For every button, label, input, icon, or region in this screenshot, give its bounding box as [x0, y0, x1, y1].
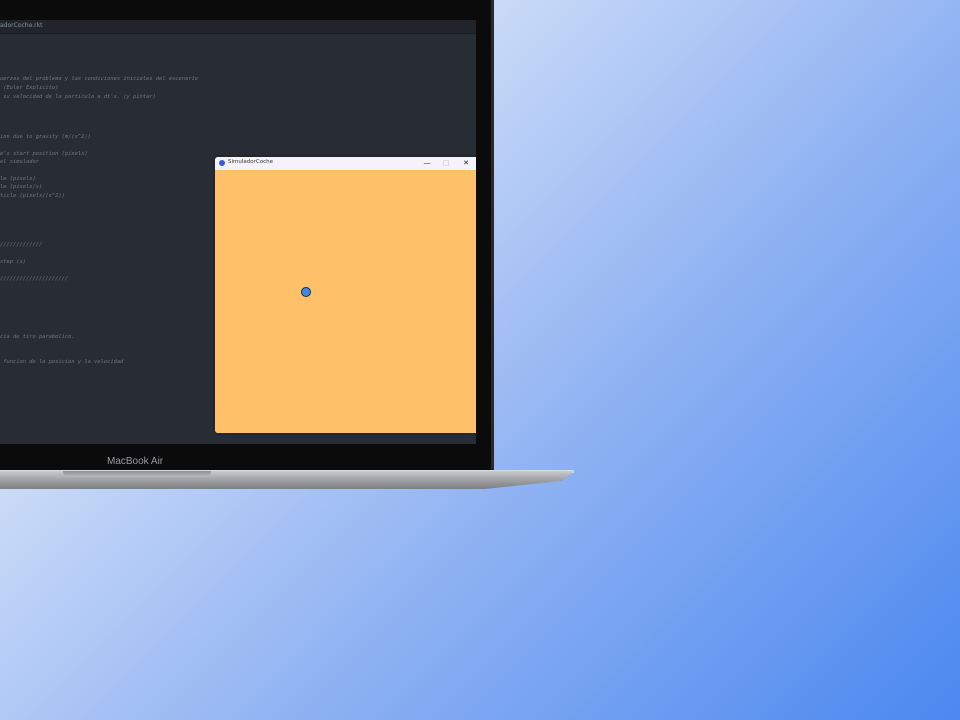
laptop-screen: adorCoche.rkt uerzas del problema y las … — [0, 20, 476, 444]
code-line: step (s) — [0, 259, 26, 265]
code-line: cia de tiro parabolico. — [0, 334, 75, 340]
editor-titlebar: adorCoche.rkt — [0, 20, 476, 34]
code-line: e's start position (pixels) — [0, 151, 88, 157]
code-line: ticle (pixels/(s^2)) — [0, 193, 65, 199]
code-line: su velocidad de la particula a dt's. (y … — [0, 94, 156, 100]
laptop-hinge-notch — [63, 471, 211, 477]
particle — [301, 287, 311, 297]
code-line: ///////////////////// — [0, 276, 69, 282]
model-label: MacBook Air — [107, 456, 164, 467]
code-line: ///////////// — [0, 242, 43, 248]
app-icon — [219, 160, 225, 166]
simulator-titlebar[interactable]: SimuladorCoche — □ ✕ — [215, 157, 476, 171]
code-line: ion due to gravity (m/(s^2)) — [0, 134, 91, 140]
code-line: uerzas del problema y las condiciones in… — [0, 76, 198, 82]
code-line: le (pixels) — [0, 176, 36, 182]
code-line: (Euler Explicito) — [0, 85, 59, 91]
minimize-button[interactable]: — — [418, 157, 436, 170]
code-line: le (pixels/s) — [0, 184, 43, 190]
maximize-button[interactable]: □ — [437, 157, 455, 170]
code-line: funcion de la posicion y la velocidad — [0, 359, 124, 365]
simulation-canvas[interactable] — [215, 170, 476, 433]
close-button[interactable]: ✕ — [457, 157, 475, 170]
editor-title: adorCoche.rkt — [0, 22, 43, 29]
code-line: el simulador — [0, 159, 39, 165]
simulator-window[interactable]: SimuladorCoche — □ ✕ — [215, 157, 476, 433]
laptop-chin — [0, 444, 491, 471]
simulator-title: SimuladorCoche — [228, 159, 273, 165]
